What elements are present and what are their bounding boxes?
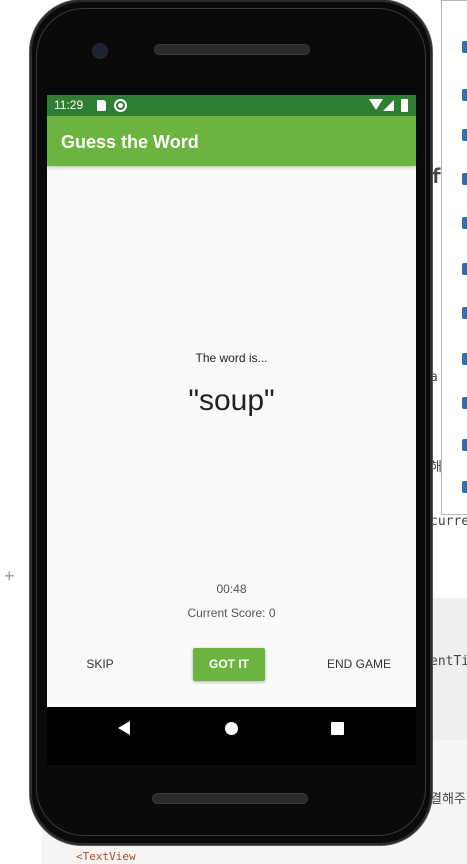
sd-card-icon	[97, 100, 106, 111]
ide-fragment-a: a	[430, 370, 438, 385]
tool-icon[interactable]	[462, 89, 467, 101]
tool-icon[interactable]	[462, 481, 467, 493]
bottom-speaker	[152, 793, 308, 804]
tool-icon[interactable]	[462, 263, 467, 275]
word-intro-label: The word is...	[195, 351, 268, 365]
status-bar: 11:29	[47, 95, 416, 116]
app-bar: Guess the Word	[47, 116, 416, 166]
tool-icon[interactable]	[462, 129, 467, 141]
ide-fragment-current: curren	[430, 514, 467, 529]
code-textview-tag: <TextView	[76, 850, 136, 863]
sync-icon	[114, 99, 127, 112]
tool-icon[interactable]	[462, 217, 467, 229]
earpiece-speaker	[154, 44, 310, 55]
tool-icon[interactable]	[462, 397, 467, 409]
signal-icon	[383, 100, 394, 111]
timer-text: 00:48	[216, 582, 247, 596]
tool-icon[interactable]	[462, 41, 467, 53]
ide-code-line: <TextView	[76, 850, 196, 864]
home-icon[interactable]	[225, 722, 238, 735]
add-icon[interactable]: +	[4, 565, 18, 587]
skip-button[interactable]: SKIP	[73, 648, 127, 680]
camera-icon	[92, 43, 108, 59]
tool-icon[interactable]	[462, 307, 467, 319]
wifi-icon	[369, 99, 383, 110]
current-word: "soup"	[188, 384, 275, 417]
recent-apps-icon[interactable]	[331, 722, 344, 735]
tool-icon[interactable]	[462, 353, 467, 365]
ide-right-code-panel	[432, 598, 467, 740]
battery-icon	[401, 99, 408, 112]
app-title: Guess the Word	[61, 132, 199, 152]
ide-fragment-f: f	[430, 164, 443, 188]
ide-fragment-korean-2: 결해주	[430, 792, 466, 807]
device-screen: 11:29 Guess the Word The word is... "sou…	[47, 95, 416, 765]
tool-icon[interactable]	[462, 439, 467, 451]
navigation-bar	[47, 707, 416, 765]
ide-fragment-entity: entTi	[430, 654, 467, 669]
end-game-button[interactable]: END GAME	[317, 648, 401, 680]
status-time: 11:29	[54, 98, 84, 112]
back-icon[interactable]	[118, 721, 130, 735]
got-it-button[interactable]: GOT IT	[193, 648, 265, 681]
ide-fragment-korean: 해	[430, 460, 442, 475]
ide-right-tool-panel	[441, 0, 467, 515]
score-text: Current Score: 0	[187, 606, 276, 620]
